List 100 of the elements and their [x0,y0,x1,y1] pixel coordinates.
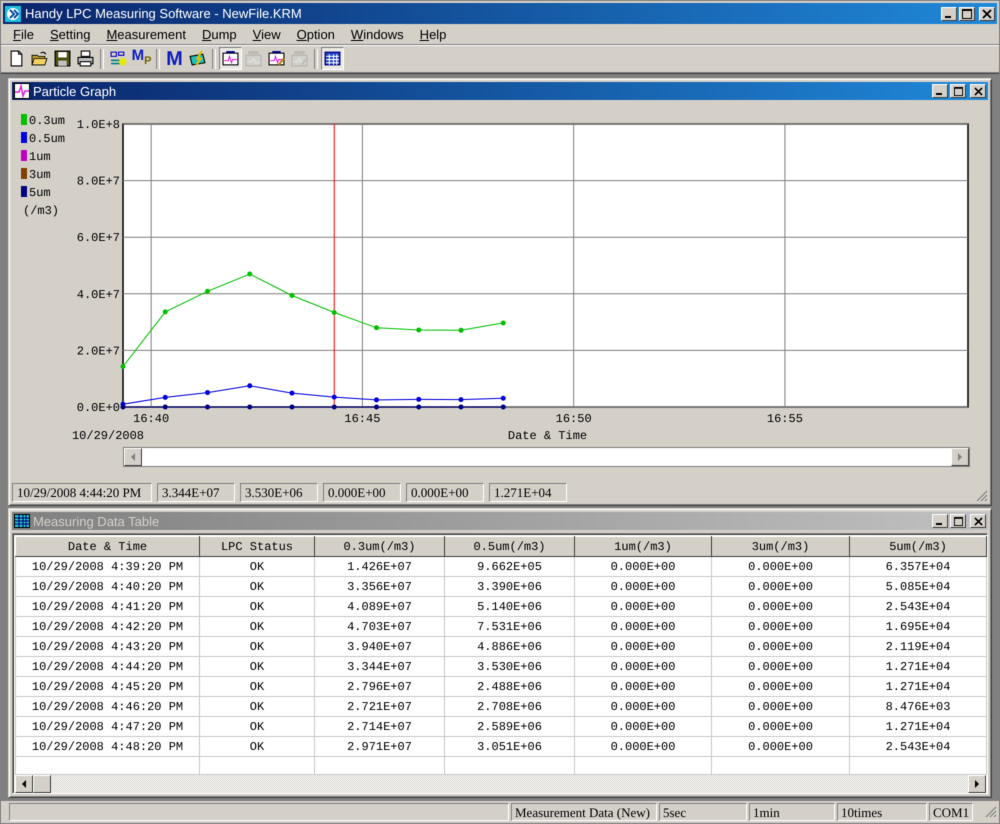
maximize-button[interactable] [959,6,975,20]
table-cell: 10/29/2008 4:44:20 PM [16,656,200,676]
data-point [205,390,210,396]
table-cell: 3.530E+06 [444,656,574,676]
meter-icon [189,50,206,67]
table-cell: 0.000E+00 [712,636,850,656]
table-cell: 3.356E+07 [314,576,444,596]
x-tick-label: 16:50 [556,412,592,426]
y-tick-label: 8.0E+7 [76,174,120,189]
data-point [247,383,252,388]
menu-item[interactable]: View [244,26,289,42]
maximize-icon [954,516,962,526]
scroll-right-button[interactable] [951,448,969,466]
data-point [290,404,294,410]
window-title: Handy LPC Measuring Software - NewFile.KRM [25,6,302,21]
table-cell: 1.271E+04 [850,656,986,676]
resize-grip-icon [985,806,997,818]
table-cell: OK [200,636,314,656]
column-header[interactable]: 0.3um(/m3) [314,536,444,556]
table-cell: 2.589E+06 [444,716,574,736]
close-button[interactable] [979,6,995,20]
measure-button[interactable]: M [163,47,186,70]
menu-item[interactable]: Option [288,26,343,42]
y-tick-label: 2.0E+7 [76,344,120,358]
column-header[interactable]: 1um(/m3) [574,536,712,556]
column-header[interactable]: 3um(/m3) [712,536,850,556]
maximize-icon [962,8,972,18]
status-pane: 5sec [659,803,747,821]
column-header[interactable]: Date & Time [16,536,200,556]
status-pane: 1min [749,803,835,821]
right-arrow-icon [973,780,981,788]
column-header[interactable]: 5um(/m3) [850,536,986,556]
data-point [458,397,464,402]
table-cell: 8.476E+03 [850,696,986,716]
table-cell: 9.662E+05 [444,556,574,576]
table-cell: 2.714E+07 [314,716,444,736]
table-cell: 0.000E+00 [712,556,850,576]
app-logo-icon [5,6,21,22]
table-cell: 0.000E+00 [712,616,850,636]
legend-label: 3um [29,168,51,182]
scroll-thumb[interactable] [33,775,51,793]
close-icon [974,86,982,96]
table-cell: 10/29/2008 4:39:20 PM [16,556,200,576]
table-cell: 1.271E+04 [850,716,986,736]
close-button[interactable] [970,84,986,98]
table-cell: 2.119E+04 [850,636,986,656]
scroll-right-button[interactable] [968,775,986,793]
thv-graph-icon [245,50,262,67]
menu-item[interactable]: Dump [194,26,245,42]
minimize-button[interactable] [932,84,948,98]
horizontal-scrollbar[interactable] [15,775,986,793]
scroll-left-button[interactable] [124,448,142,466]
data-point [290,293,294,298]
table-cell: 0.000E+00 [712,736,850,756]
data-point [374,325,379,330]
menu-item[interactable]: Setting [42,26,98,42]
table-cell: 0.000E+00 [712,656,850,676]
x-tick-label: 16:45 [344,412,380,426]
table-cell: 0.000E+00 [574,616,712,636]
left-arrow-icon [129,453,137,461]
table-view-button[interactable] [321,47,344,70]
menu-item[interactable]: Windows [342,26,412,42]
table-cell: 0.000E+00 [574,656,712,676]
data-point [247,272,252,276]
menu-item[interactable]: File [5,26,42,42]
horizontal-scrollbar[interactable] [123,447,970,467]
menu-item[interactable]: Measurement [98,26,194,42]
column-header[interactable]: LPC Status [200,536,314,556]
close-icon [982,8,992,18]
maximize-icon [954,86,962,96]
data-point [374,397,379,402]
graph-view-button[interactable] [219,47,242,70]
maximize-button[interactable] [950,84,966,98]
table-cell: 10/29/2008 4:42:20 PM [16,616,200,636]
table-cell: 2.708E+06 [444,696,574,716]
scroll-left-button[interactable] [15,775,33,793]
table-icon [324,50,341,67]
table-cell: 0.000E+00 [574,556,712,576]
table-cell: 0.000E+00 [712,596,850,616]
legend-label: 1um [29,150,51,164]
table-cell: 0.000E+00 [712,696,850,716]
table-cell: 0.000E+00 [574,676,712,696]
reading-field: 0.000E+00 [406,483,484,502]
menu-item[interactable]: Help [412,26,454,42]
reading-field: 1.271E+04 [489,483,567,502]
column-header[interactable]: 0.5um(/m3) [444,536,574,556]
reading-field: 10/29/2008 4:44:20 PM [12,483,152,502]
table-cell: 7.531E+06 [444,616,574,636]
table-cell: 3.940E+07 [314,636,444,656]
y-tick-label: 0.0E+0 [76,401,120,415]
data-point [458,328,464,333]
data-point [416,404,422,410]
data-point [205,404,210,410]
minimize-icon [936,523,942,525]
thv-graph-icon [291,50,308,67]
data-point [500,320,506,326]
table-cell: 10/29/2008 4:45:20 PM [16,676,200,696]
minimize-button[interactable] [941,6,957,20]
table-cell: 2.543E+04 [850,596,986,616]
table-cell: 0.000E+00 [712,716,850,736]
